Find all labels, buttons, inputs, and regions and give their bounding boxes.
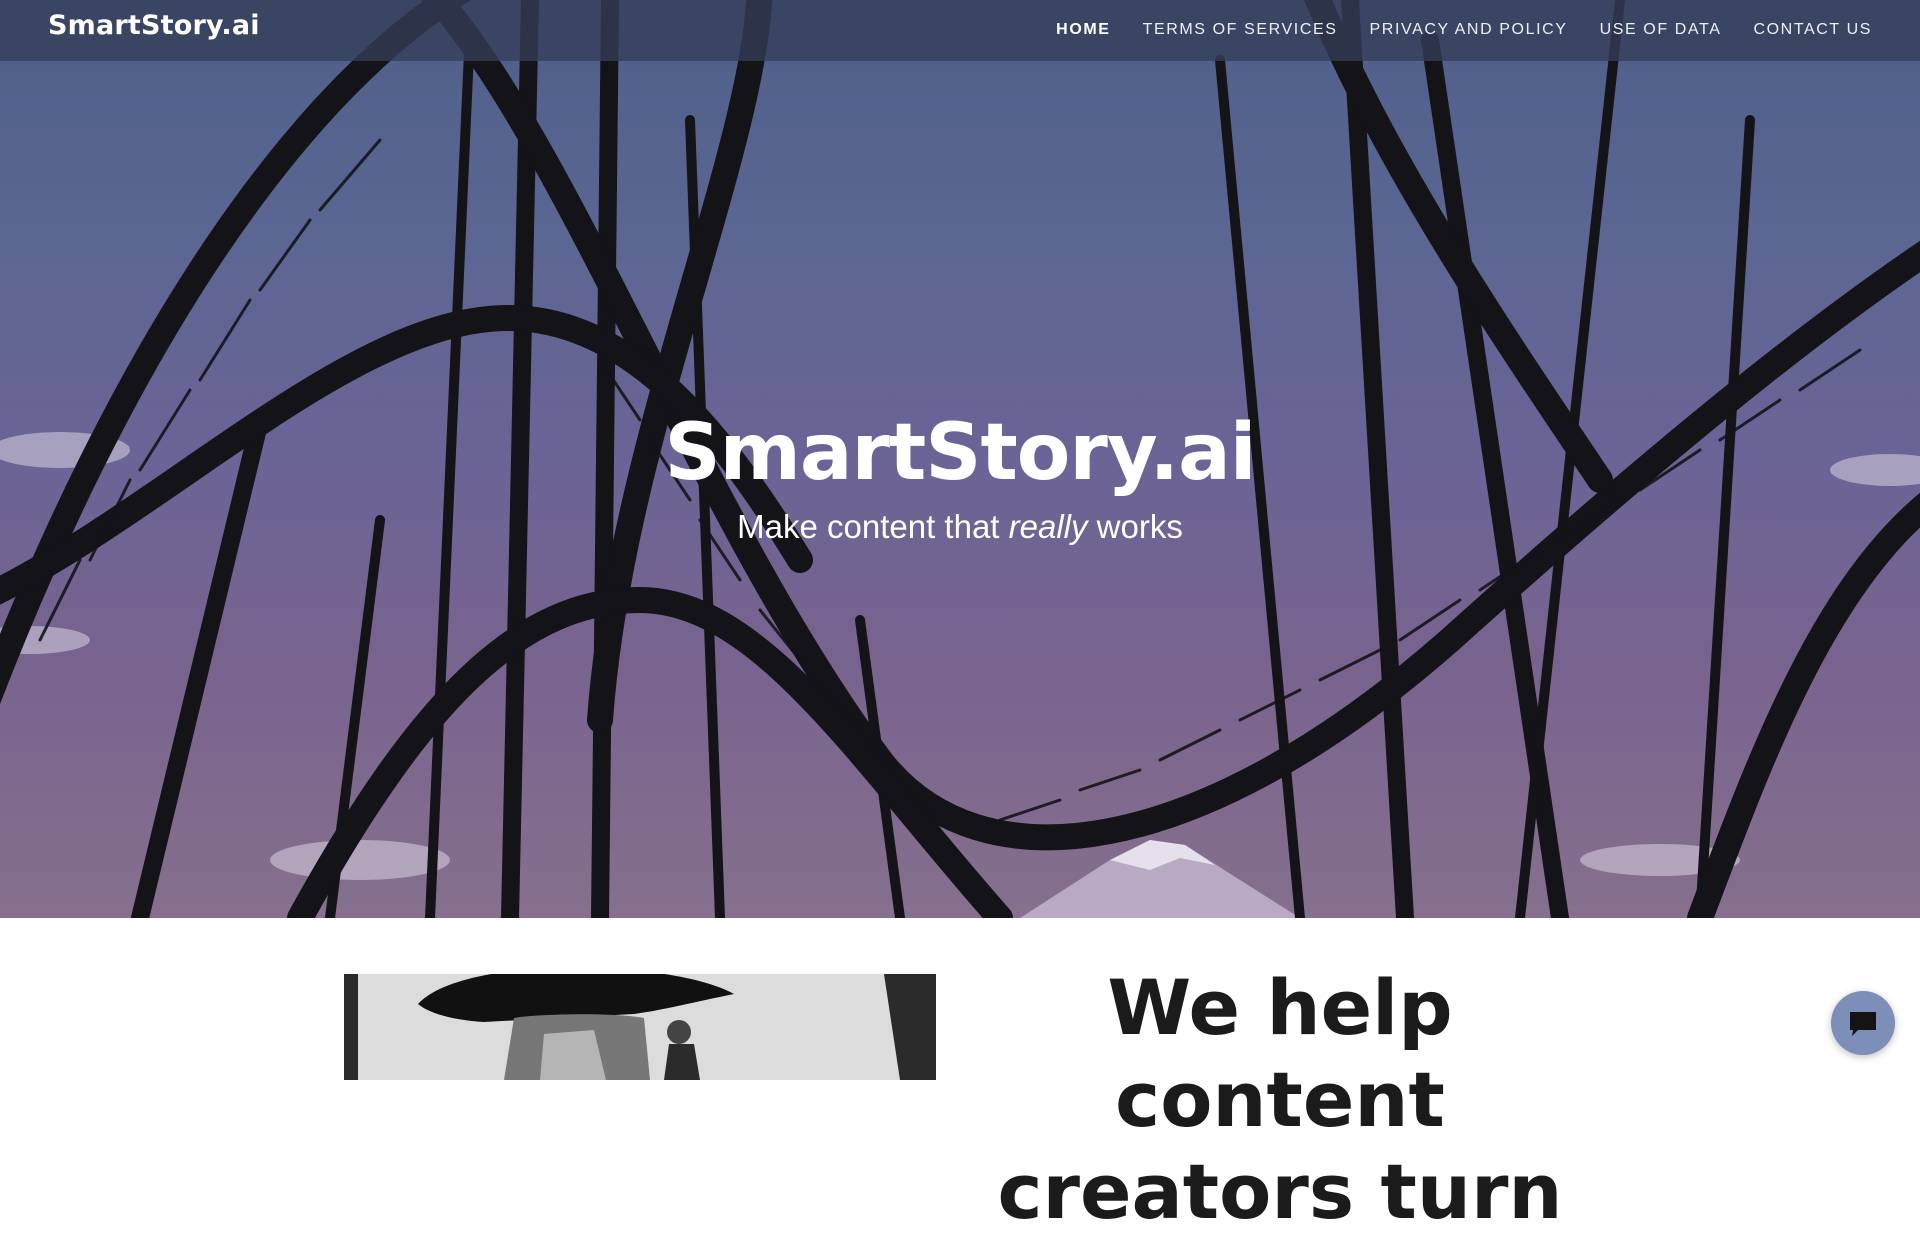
nav-use-of-data[interactable]: USE OF DATA [1600, 21, 1722, 39]
hero-title: SmartStory.ai [664, 408, 1256, 498]
hero-section: SmartStory.ai Make content that really w… [0, 0, 1920, 918]
chat-button[interactable] [1831, 991, 1895, 1055]
chat-bubble-icon [1850, 1012, 1876, 1036]
nav-contact-us[interactable]: CONTACT US [1753, 21, 1872, 39]
subtitle-text-start: Make content that [737, 508, 1009, 545]
main-nav: HOME TERMS OF SERVICES PRIVACY AND POLIC… [1056, 21, 1872, 39]
subtitle-text-end: works [1087, 508, 1183, 545]
nav-home[interactable]: HOME [1056, 21, 1110, 39]
nav-privacy-and-policy[interactable]: PRIVACY AND POLICY [1370, 21, 1568, 39]
top-navbar: SmartStory.ai HOME TERMS OF SERVICES PRI… [0, 0, 1920, 61]
site-logo[interactable]: SmartStory.ai [48, 10, 260, 41]
film-still-image [344, 974, 936, 1080]
section-heading: We help content creators turn [997, 963, 1563, 1236]
nav-terms-of-services[interactable]: TERMS OF SERVICES [1143, 21, 1338, 39]
subtitle-emphasis: really [1008, 508, 1088, 545]
hero-subtitle: Make content that really works [0, 508, 1920, 546]
